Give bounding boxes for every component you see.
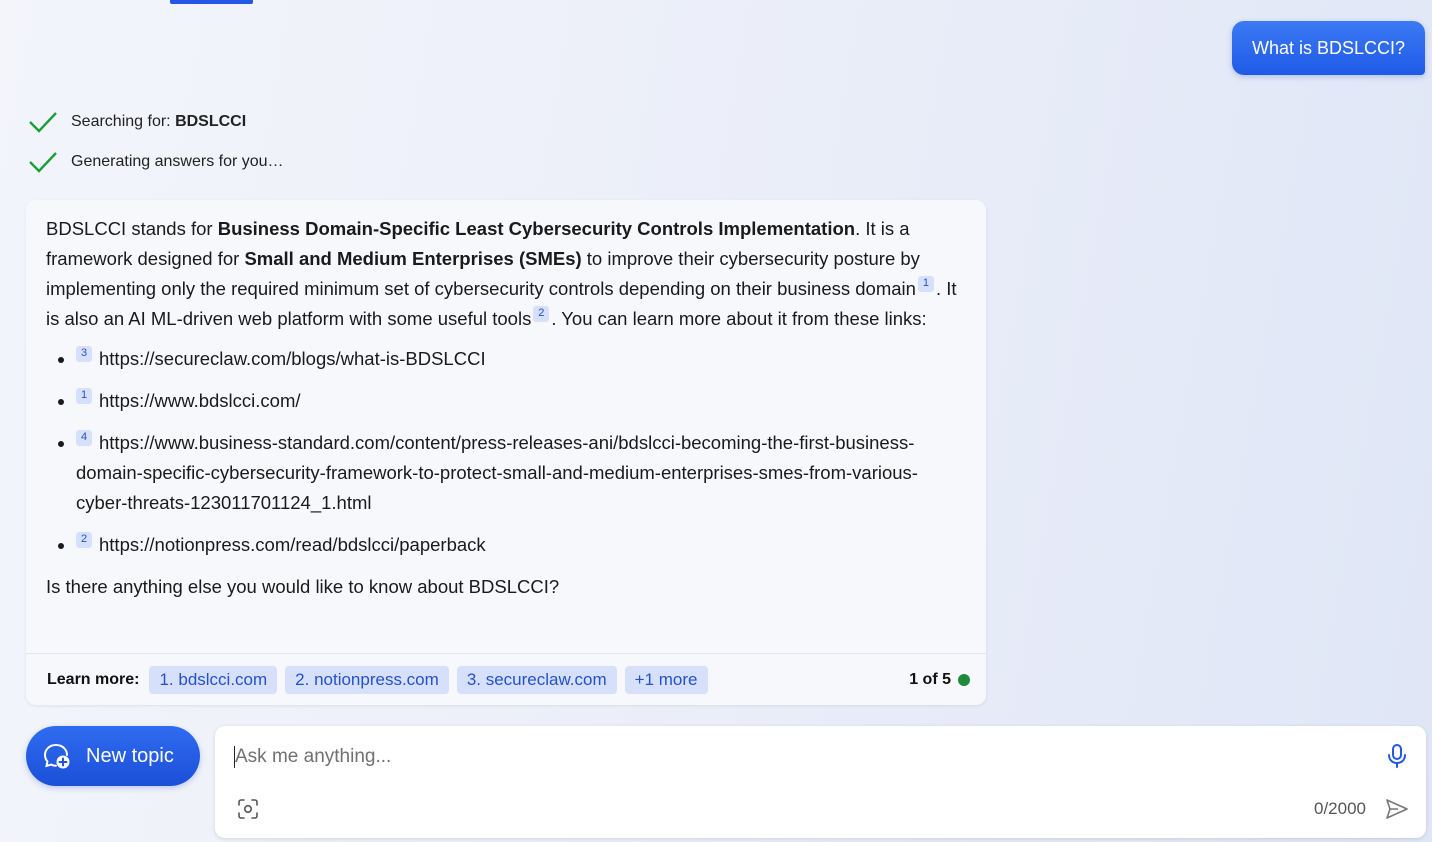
status-searching: Searching for: BDSLCCI [28,110,246,134]
status-dot-icon [958,673,970,686]
searching-prefix: Searching for: [71,113,171,130]
answer-card: BDSLCCI stands for Business Domain-Speci… [26,200,986,705]
learn-more-bar: Learn more: 1. bdslcci.com 2. notionpres… [26,653,986,705]
source-chip-secureclaw[interactable]: 3. secureclaw.com [456,665,617,694]
checkmark-icon [29,152,57,173]
send-icon[interactable] [1384,796,1410,822]
citation-marker[interactable]: 3 [76,345,92,362]
user-message-text: What is BDSLCCI? [1251,37,1405,58]
list-item: 4https://www.business-standard.com/conte… [76,428,966,518]
generating-text: Generating answers for you… [71,153,284,170]
new-topic-button[interactable]: New topic [26,726,200,786]
source-chip-notionpress[interactable]: 2. notionpress.com [285,665,449,694]
learn-more-label: Learn more: [47,670,140,688]
response-counter-text: 1 of 5 [909,670,951,688]
answer-body: BDSLCCI stands for Business Domain-Speci… [26,200,986,602]
answer-text: . You can learn more about it from these… [551,308,927,329]
source-chip-bdslcci[interactable]: 1. bdslcci.com [149,665,278,694]
status-generating: Generating answers for you… [28,150,284,174]
answer-paragraph: BDSLCCI stands for Business Domain-Speci… [46,214,966,334]
list-item: 2 https://notionpress.com/read/bdslcci/pa… [76,530,966,560]
link-url[interactable]: https://www.bdslcci.com/ [99,390,301,411]
link-url[interactable]: https://notionpress.com/read/bdslcci/pap… [99,534,486,555]
list-item: 1 https://www.bdslcci.com/ [76,386,966,416]
chat-input[interactable] [233,742,1355,772]
links-list: 3 https://secureclaw.com/blogs/what-is-BD… [46,344,966,560]
new-chat-icon [43,744,70,769]
user-message-bubble: What is BDSLCCI? [1231,21,1425,75]
searching-term: BDSLCCI [175,113,247,130]
microphone-icon[interactable] [1386,743,1408,769]
response-counter: 1 of 5 [909,671,970,689]
answer-bold-term: Business Domain-Specific Least Cybersecu… [217,218,856,239]
answer-closing: Is there anything else you would like to… [46,576,560,597]
citation-marker[interactable]: 1 [917,275,934,292]
citation-marker[interactable]: 2 [533,305,550,322]
citation-marker[interactable]: 1 [76,387,92,404]
more-sources-chip[interactable]: +1 more [624,665,708,694]
checkmark-icon [29,112,57,133]
visual-search-icon[interactable] [237,798,259,820]
new-topic-label: New topic [86,744,174,767]
link-url[interactable]: https://secureclaw.com/blogs/what-is-BDS… [99,348,486,369]
list-item: 3 https://secureclaw.com/blogs/what-is-BD… [76,344,966,374]
character-counter: 0/2000 [1314,799,1366,818]
link-url[interactable]: https://www.business-standard.com/conten… [76,432,918,513]
answer-bold-term: Small and Medium Enterprises (SMEs) [244,248,582,269]
active-tab-indicator [170,0,253,4]
citation-marker[interactable]: 4 [76,429,92,446]
chat-input-box: 0/2000 [215,726,1426,838]
citation-marker[interactable]: 2 [76,531,92,548]
answer-text: BDSLCCI stands for [46,218,218,239]
